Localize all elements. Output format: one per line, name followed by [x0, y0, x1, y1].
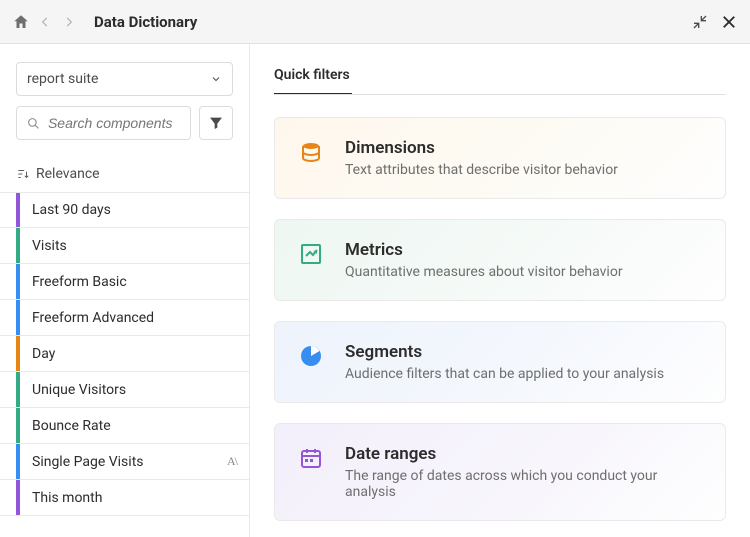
report-suite-label: report suite [27, 71, 98, 87]
sort-label: Relevance [36, 166, 100, 182]
card-description: Audience filters that can be applied to … [345, 366, 703, 382]
report-suite-dropdown[interactable]: report suite [16, 62, 233, 96]
header: Data Dictionary [0, 0, 750, 44]
nav-forward-icon[interactable] [62, 15, 76, 29]
chevron-down-icon [210, 73, 222, 85]
card-description: The range of dates across which you cond… [345, 468, 703, 500]
component-list: Last 90 days Visits Freeform Basic Freeform… [0, 192, 249, 537]
item-label: Unique Visitors [32, 382, 237, 398]
list-item[interactable]: Day [0, 336, 249, 372]
home-icon[interactable] [12, 13, 30, 31]
sort-dropdown[interactable]: Relevance [16, 166, 233, 182]
close-icon[interactable] [720, 13, 738, 31]
list-item[interactable]: Last 90 days [0, 192, 249, 228]
card-body: Dimensions Text attributes that describe… [345, 138, 703, 178]
header-right [692, 13, 738, 31]
card-title: Segments [345, 342, 703, 362]
adobe-mark-icon: A\ [227, 454, 237, 469]
filter-button[interactable] [199, 106, 233, 140]
sort-icon [16, 167, 30, 181]
item-label: Bounce Rate [32, 418, 237, 434]
card-title: Date ranges [345, 444, 703, 464]
card-body: Date ranges The range of dates across wh… [345, 444, 703, 500]
nav-back-icon[interactable] [38, 15, 52, 29]
main: report suite Relevance Last 90 days Visit… [0, 44, 750, 537]
list-item[interactable]: Freeform Advanced [0, 300, 249, 336]
card-title: Metrics [345, 240, 703, 260]
card-description: Text attributes that describe visitor be… [345, 162, 703, 178]
sidebar: report suite Relevance Last 90 days Visit… [0, 44, 250, 537]
item-label: Single Page Visits [32, 454, 227, 470]
card-title: Dimensions [345, 138, 703, 158]
content: Quick filters Dimensions Text attributes… [250, 44, 750, 537]
list-item[interactable]: Bounce Rate [0, 408, 249, 444]
list-item[interactable]: Freeform Basic [0, 264, 249, 300]
item-label: Day [32, 346, 237, 362]
color-indicator [16, 408, 20, 443]
color-indicator [16, 336, 20, 371]
card-segments[interactable]: Segments Audience filters that can be ap… [274, 321, 726, 403]
filter-icon [208, 115, 224, 131]
search-box[interactable] [16, 106, 191, 140]
metrics-icon [297, 240, 325, 266]
search-input[interactable] [48, 115, 180, 131]
segments-icon [297, 342, 325, 368]
card-description: Quantitative measures about visitor beha… [345, 264, 703, 280]
color-indicator [16, 480, 20, 515]
list-item[interactable]: This month [0, 480, 249, 516]
page-title: Data Dictionary [94, 13, 197, 31]
color-indicator [16, 372, 20, 407]
minimize-icon[interactable] [692, 14, 708, 30]
item-label: Freeform Basic [32, 274, 237, 290]
dimensions-icon [297, 138, 325, 164]
card-body: Segments Audience filters that can be ap… [345, 342, 703, 382]
header-left: Data Dictionary [12, 13, 197, 31]
color-indicator [16, 300, 20, 335]
card-metrics[interactable]: Metrics Quantitative measures about visi… [274, 219, 726, 301]
color-indicator [16, 193, 20, 227]
list-item[interactable]: Unique Visitors [0, 372, 249, 408]
list-item[interactable]: Visits [0, 228, 249, 264]
card-body: Metrics Quantitative measures about visi… [345, 240, 703, 280]
divider [274, 94, 726, 95]
color-indicator [16, 444, 20, 479]
item-label: Freeform Advanced [32, 310, 237, 326]
item-label: This month [32, 490, 237, 506]
color-indicator [16, 264, 20, 299]
card-date-ranges[interactable]: Date ranges The range of dates across wh… [274, 423, 726, 521]
item-label: Visits [32, 238, 237, 254]
quick-filters-tab[interactable]: Quick filters [274, 67, 350, 93]
search-row [16, 106, 233, 140]
list-item[interactable]: Single Page VisitsA\ [0, 444, 249, 480]
date-ranges-icon [297, 444, 325, 470]
item-label: Last 90 days [32, 202, 237, 218]
search-icon [27, 116, 40, 131]
card-dimensions[interactable]: Dimensions Text attributes that describe… [274, 117, 726, 199]
color-indicator [16, 228, 20, 263]
